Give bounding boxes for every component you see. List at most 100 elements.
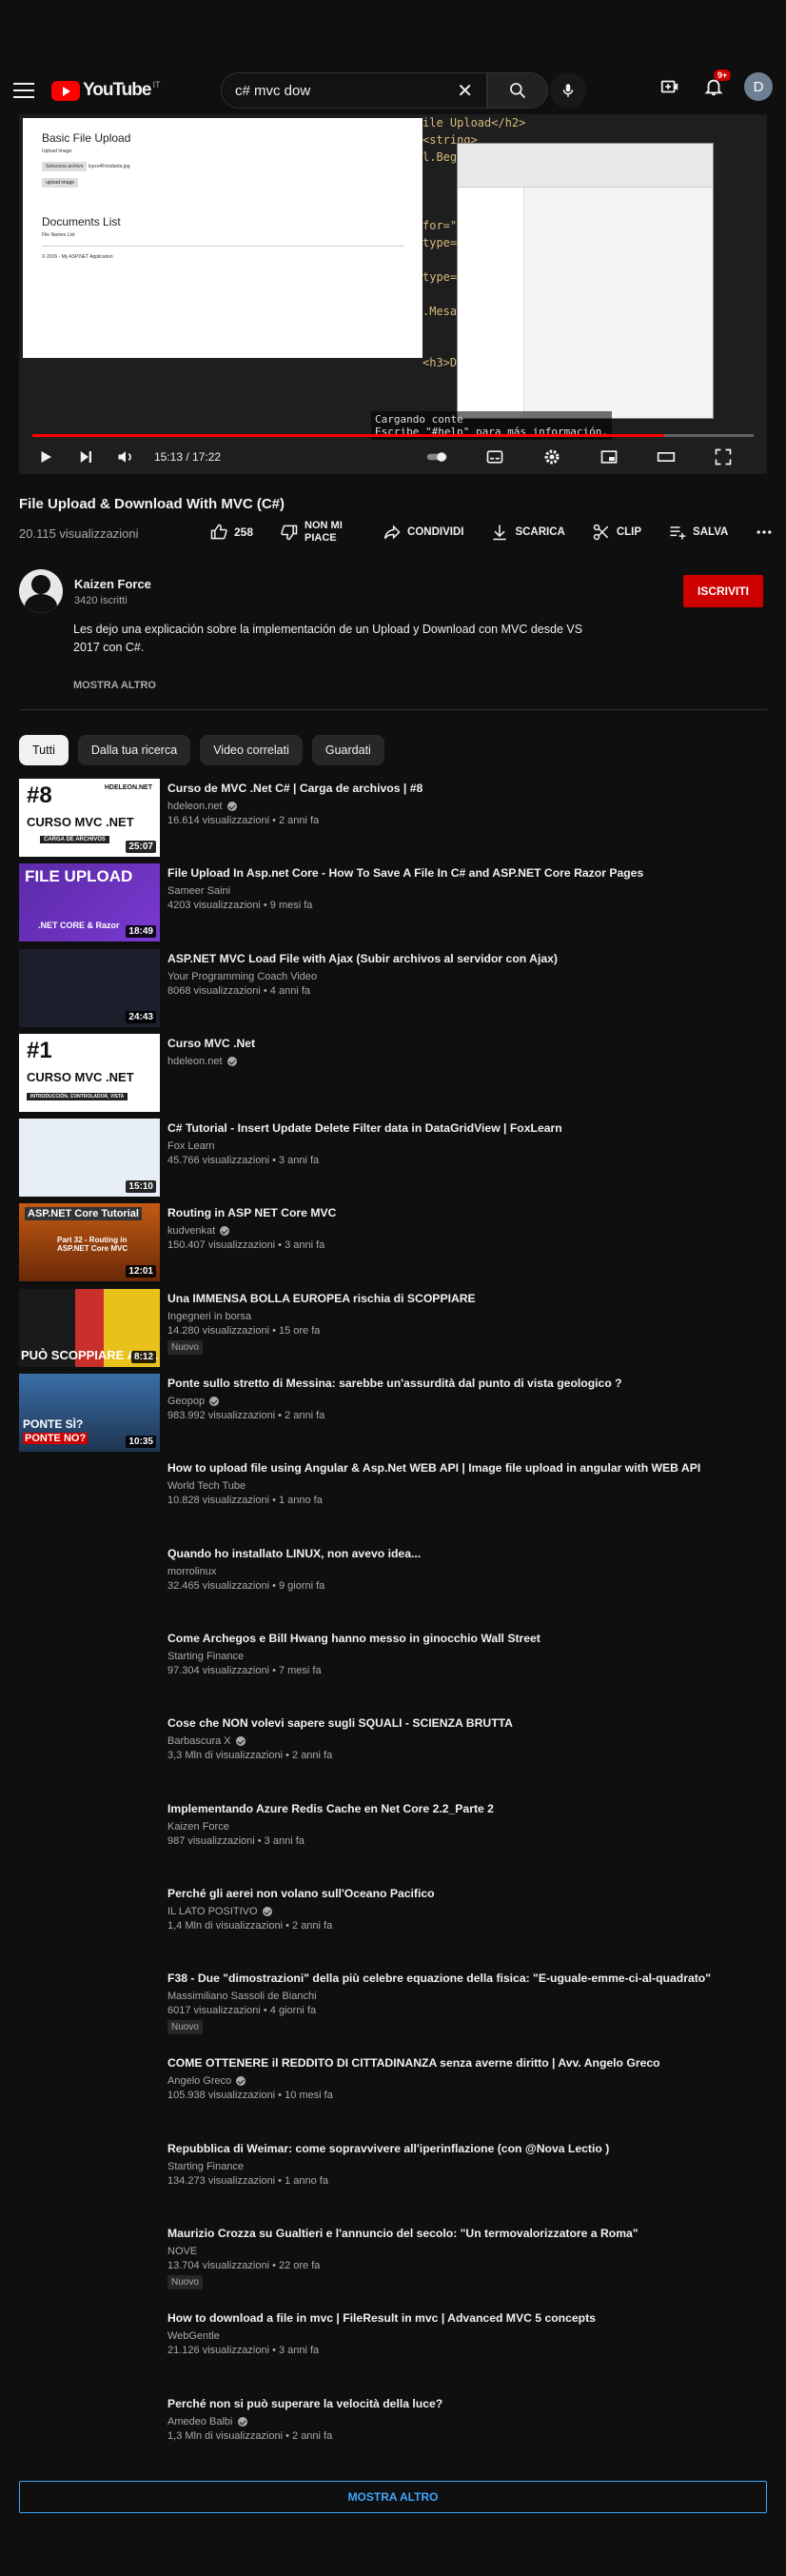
- recommendation-channel[interactable]: Sameer Saini: [167, 885, 643, 897]
- notifications-button[interactable]: 9+: [700, 69, 732, 100]
- theater-mode-button[interactable]: [655, 446, 678, 468]
- recommendation-title[interactable]: Maurizio Crozza su Gualtieri e l'annunci…: [167, 2226, 639, 2241]
- recommendation-item[interactable]: How to upload file using Angular & Asp.N…: [19, 1458, 767, 1543]
- recommendation-channel[interactable]: Starting Finance: [167, 2161, 609, 2172]
- recommendation-item[interactable]: Implementando Azure Redis Cache en Net C…: [19, 1799, 767, 1884]
- recommendation-channel[interactable]: IL LATO POSITIVO: [167, 1906, 435, 1917]
- recommendation-item[interactable]: Cose che NON volevi sapere sugli SQUALI …: [19, 1714, 767, 1798]
- recommendation-channel[interactable]: hdeleon.net: [167, 1056, 255, 1067]
- search-input[interactable]: [235, 82, 458, 99]
- video-thumbnail[interactable]: [19, 2308, 160, 2387]
- share-button[interactable]: CONDIVIDI: [383, 523, 463, 542]
- download-button[interactable]: SCARICA: [490, 523, 565, 542]
- voice-search-button[interactable]: [550, 72, 586, 109]
- recommendation-channel[interactable]: Angelo Greco: [167, 2075, 660, 2087]
- video-thumbnail[interactable]: #8 HDELEON.NET CURSO MVC .NET CARGA DE ARCH…: [19, 779, 160, 857]
- recommendation-title[interactable]: How to upload file using Angular & Asp.N…: [167, 1460, 700, 1476]
- recommendation-title[interactable]: Perché non si può superare la velocità d…: [167, 2396, 442, 2411]
- subscribe-button[interactable]: ISCRIVITI: [683, 575, 763, 607]
- video-thumbnail[interactable]: [19, 1458, 160, 1536]
- subtitles-button[interactable]: [483, 446, 506, 468]
- video-thumbnail[interactable]: [19, 2224, 160, 2302]
- recommendation-item[interactable]: Repubblica di Weimar: come sopravvivere …: [19, 2139, 767, 2224]
- video-thumbnail[interactable]: [19, 2053, 160, 2131]
- recommendation-item[interactable]: How to download a file in mvc | FileResu…: [19, 2308, 767, 2393]
- account-avatar[interactable]: D: [744, 72, 773, 101]
- recommendation-item[interactable]: #1 CURSO MVC .NET INTRODUCCIÓN, CONTROLADO…: [19, 1033, 767, 1119]
- recommendation-channel[interactable]: NOVE: [167, 2246, 639, 2257]
- recommendation-title[interactable]: Come Archegos e Bill Hwang hanno messo i…: [167, 1631, 540, 1646]
- video-thumbnail[interactable]: ASP.NET Core Tutorial Part 32 - Routing i…: [19, 1203, 160, 1282]
- chip-watched[interactable]: Guardati: [311, 735, 384, 765]
- recommendation-item[interactable]: ASP.NET Core Tutorial Part 32 - Routing i…: [19, 1203, 767, 1288]
- video-thumbnail[interactable]: PUÒ SCOPPIARE A B... 8:12: [19, 1288, 160, 1367]
- recommendation-item[interactable]: #8 HDELEON.NET CURSO MVC .NET CARGA DE ARCH…: [19, 779, 767, 863]
- recommendation-item[interactable]: PONTE SÌ? PONTE NO? 10:35 Ponte sullo stret…: [19, 1374, 767, 1458]
- recommendation-item[interactable]: 24:43 ASP.NET MVC Load File with Ajax (Su…: [19, 948, 767, 1034]
- video-thumbnail[interactable]: FILE UPLOAD .NET CORE & Razor 18:49: [19, 863, 160, 942]
- recommendation-item[interactable]: Perché gli aerei non volano sull'Oceano …: [19, 1884, 767, 1969]
- recommendation-channel[interactable]: kudvenkat: [167, 1225, 336, 1237]
- video-thumbnail[interactable]: [19, 1544, 160, 1622]
- video-thumbnail[interactable]: 24:43: [19, 948, 160, 1027]
- video-thumbnail[interactable]: #1 CURSO MVC .NET INTRODUCCIÓN, CONTROLADO…: [19, 1033, 160, 1112]
- recommendation-title[interactable]: COME OTTENERE il REDDITO DI CITTADINANZA…: [167, 2055, 660, 2071]
- video-thumbnail[interactable]: 15:10: [19, 1119, 160, 1198]
- save-button[interactable]: SALVA: [668, 523, 728, 542]
- recommendation-title[interactable]: Cose che NON volevi sapere sugli SQUALI …: [167, 1715, 513, 1731]
- recommendation-item[interactable]: PUÒ SCOPPIARE A B... 8:12 Una IMMENSA BOLL…: [19, 1288, 767, 1374]
- video-thumbnail[interactable]: [19, 1884, 160, 1962]
- recommendation-title[interactable]: How to download a file in mvc | FileResu…: [167, 2310, 596, 2326]
- progress-bar[interactable]: [32, 434, 754, 437]
- recommendation-title[interactable]: F38 - Due "dimostrazioni" della più cele…: [167, 1971, 711, 1986]
- chip-from-search[interactable]: Dalla tua ricerca: [77, 735, 191, 765]
- show-more-button[interactable]: MOSTRA ALTRO: [19, 2481, 767, 2513]
- create-video-button[interactable]: [657, 73, 683, 100]
- recommendation-title[interactable]: Curso de MVC .Net C# | Carga de archivos…: [167, 781, 422, 796]
- fullscreen-button[interactable]: [712, 446, 735, 468]
- video-thumbnail[interactable]: PONTE SÌ? PONTE NO? 10:35: [19, 1374, 160, 1453]
- recommendation-title[interactable]: C# Tutorial - Insert Update Delete Filte…: [167, 1120, 562, 1136]
- miniplayer-button[interactable]: [598, 446, 620, 468]
- recommendation-title[interactable]: Routing in ASP NET Core MVC: [167, 1205, 336, 1220]
- recommendation-item[interactable]: COME OTTENERE il REDDITO DI CITTADINANZA…: [19, 2053, 767, 2138]
- show-more-description-button[interactable]: MOSTRA ALTRO: [73, 680, 156, 691]
- recommendation-channel[interactable]: Ingegneri in borsa: [167, 1311, 476, 1322]
- recommendation-item[interactable]: Maurizio Crozza su Gualtieri e l'annunci…: [19, 2224, 767, 2308]
- video-thumbnail[interactable]: [19, 2139, 160, 2217]
- clip-button[interactable]: CLIP: [592, 523, 641, 542]
- recommendation-channel[interactable]: Kaizen Force: [167, 1821, 494, 1833]
- channel-name[interactable]: Kaizen Force: [74, 577, 151, 591]
- like-button[interactable]: 258: [209, 523, 253, 542]
- volume-button[interactable]: [114, 446, 137, 468]
- recommendation-channel[interactable]: World Tech Tube: [167, 1480, 700, 1492]
- recommendation-title[interactable]: File Upload In Asp.net Core - How To Sav…: [167, 865, 643, 881]
- chip-related[interactable]: Video correlati: [200, 735, 303, 765]
- video-player[interactable]: ile Upload</h2> <string> l.Beg for=" type= ty…: [19, 114, 767, 474]
- recommendation-channel[interactable]: hdeleon.net: [167, 801, 422, 812]
- recommendation-channel[interactable]: Your Programming Coach Video: [167, 971, 558, 982]
- recommendation-title[interactable]: Una IMMENSA BOLLA EUROPEA rischia di SCO…: [167, 1291, 476, 1306]
- recommendation-title[interactable]: Repubblica di Weimar: come sopravvivere …: [167, 2141, 609, 2156]
- recommendation-title[interactable]: Ponte sullo stretto di Messina: sarebbe …: [167, 1376, 622, 1391]
- play-button[interactable]: [34, 446, 57, 468]
- more-actions-button[interactable]: [755, 523, 779, 542]
- search-button[interactable]: [487, 72, 548, 109]
- recommendation-title[interactable]: ASP.NET MVC Load File with Ajax (Subir a…: [167, 951, 558, 966]
- youtube-logo[interactable]: YouTube IT: [51, 80, 160, 101]
- recommendation-channel[interactable]: WebGentle: [167, 2330, 596, 2342]
- recommendation-item[interactable]: Quando ho installato LINUX, non avevo id…: [19, 1544, 767, 1629]
- video-thumbnail[interactable]: [19, 1799, 160, 1877]
- recommendation-channel[interactable]: Amedeo Balbi: [167, 2416, 442, 2427]
- channel-avatar[interactable]: [19, 569, 63, 613]
- menu-icon[interactable]: [13, 83, 34, 98]
- recommendation-title[interactable]: Perché gli aerei non volano sull'Oceano …: [167, 1886, 435, 1901]
- recommendation-item[interactable]: F38 - Due "dimostrazioni" della più cele…: [19, 1969, 767, 2053]
- chip-all[interactable]: Tutti: [19, 735, 69, 765]
- settings-button[interactable]: [540, 446, 563, 468]
- video-thumbnail[interactable]: [19, 1714, 160, 1792]
- recommendation-title[interactable]: Implementando Azure Redis Cache en Net C…: [167, 1801, 494, 1816]
- video-thumbnail[interactable]: [19, 1629, 160, 1707]
- autoplay-toggle[interactable]: [426, 446, 449, 468]
- recommendation-channel[interactable]: morrolinux: [167, 1566, 421, 1577]
